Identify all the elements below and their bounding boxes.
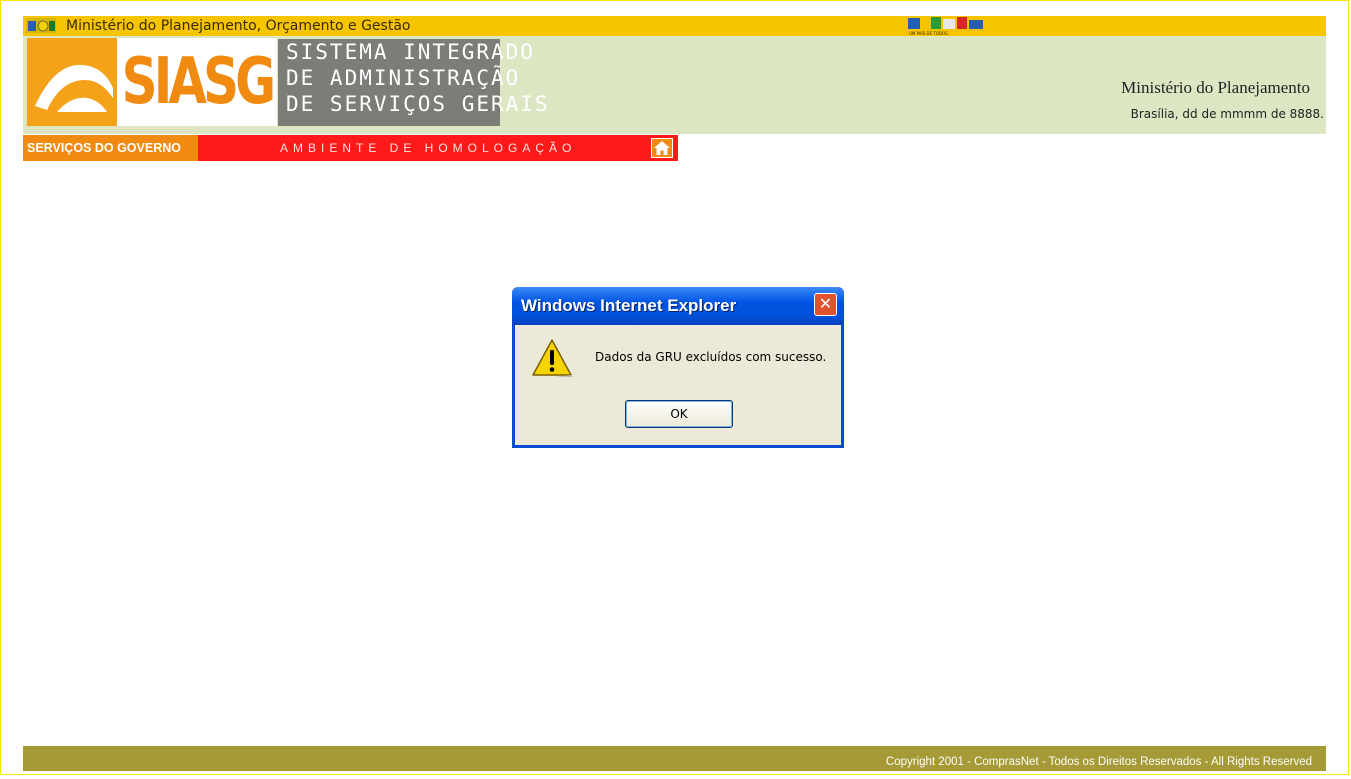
- close-icon[interactable]: ✕: [814, 293, 837, 316]
- footer-bar: Copyright 2001 - ComprasNet - Todos os D…: [23, 746, 1326, 771]
- warning-icon: [532, 339, 573, 377]
- dialog-titlebar[interactable]: Windows Internet Explorer ✕: [512, 287, 844, 325]
- alert-dialog: Windows Internet Explorer ✕ Dados da GRU…: [512, 287, 844, 448]
- siasg-swoosh-icon: [35, 64, 113, 112]
- ministry-title: Ministério do Planejamento, Orçamento e …: [66, 18, 411, 34]
- system-name-line-1: SISTEMA INTEGRADO: [286, 40, 535, 64]
- dialog-message: Dados da GRU excluídos com sucesso.: [595, 350, 827, 364]
- system-name-line-2: DE ADMINISTRAÇÃO: [286, 66, 521, 90]
- home-icon[interactable]: [651, 138, 673, 158]
- siasg-logo-text: SIASG: [117, 38, 277, 126]
- servicos-do-governo-link[interactable]: SERVIÇOS DO GOVERNO: [23, 135, 198, 161]
- ministry-name: Ministério do Planejamento: [1121, 78, 1310, 97]
- system-name-line-3: DE SERVIÇOS GERAIS: [286, 92, 550, 116]
- header-banner: SIASG SISTEMA INTEGRADO DE ADMINISTRAÇÃO…: [23, 36, 1326, 134]
- brasil-logo: UM PAÍS DE TODOS: [908, 17, 983, 36]
- top-bar: Ministério do Planejamento, Orçamento e …: [23, 16, 1326, 36]
- dateline: Brasília, dd de mmmm de 8888.: [1130, 107, 1324, 121]
- copyright-text: Copyright 2001 - ComprasNet - Todos os D…: [885, 756, 1312, 768]
- dialog-title: Windows Internet Explorer: [521, 296, 737, 315]
- siasg-logo-mark: [27, 38, 117, 126]
- home-button[interactable]: [648, 135, 678, 161]
- ok-button[interactable]: OK: [625, 400, 733, 428]
- environment-label: AMBIENTE DE HOMOLOGAÇÃO: [198, 135, 648, 161]
- system-full-name: SISTEMA INTEGRADO DE ADMINISTRAÇÃO DE SE…: [278, 39, 550, 126]
- government-emblem-icon: [26, 18, 56, 33]
